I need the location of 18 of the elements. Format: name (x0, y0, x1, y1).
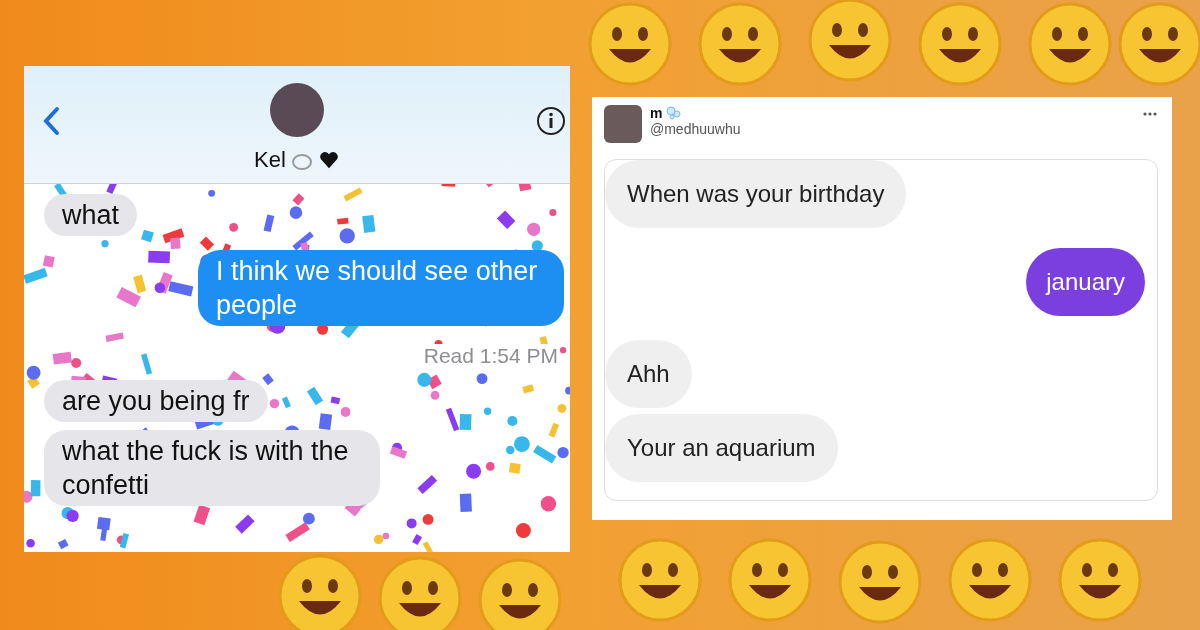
message-bubble: Ahh (605, 340, 692, 408)
message-bubble: Your an aquarium (605, 414, 838, 482)
user-handle: @medhuuwhu (650, 121, 742, 137)
more-icon[interactable] (1142, 111, 1158, 117)
back-icon[interactable] (42, 106, 60, 136)
avatar[interactable] (270, 83, 324, 137)
message-bubble: are you being fr (44, 380, 268, 422)
bubbles-icon (665, 106, 682, 120)
display-name: m (650, 105, 663, 121)
heart-icon (317, 149, 340, 171)
message-bubble: what the fuck is with the confetti (44, 430, 380, 506)
avatar[interactable] (604, 105, 642, 143)
contact-name: Kel (254, 147, 286, 173)
info-icon[interactable] (536, 106, 566, 136)
message-bubble: I think we should see other people (198, 250, 564, 326)
message-bubble: what (44, 194, 138, 236)
message-bubble: When was your birthday (605, 160, 907, 228)
message-bubble: january (1026, 248, 1145, 316)
